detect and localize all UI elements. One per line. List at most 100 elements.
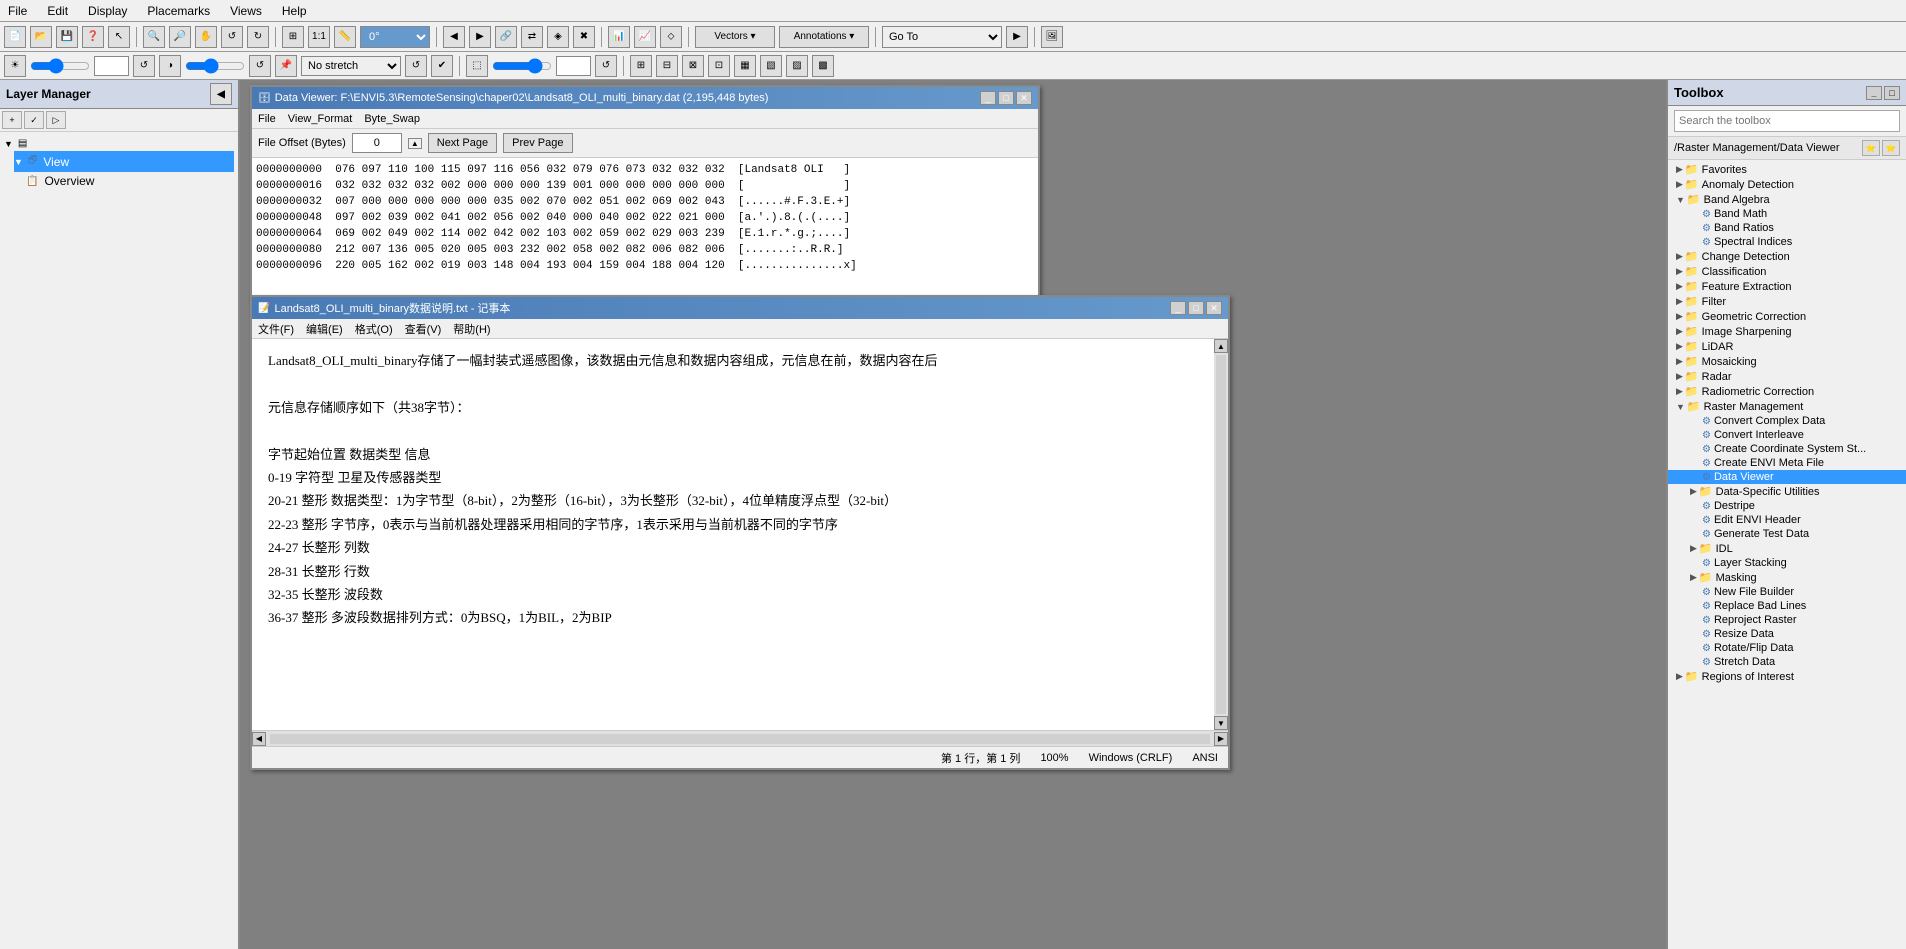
zoom-in-btn[interactable]: 🔍 — [143, 26, 165, 48]
measure-btn[interactable]: 📏 — [334, 26, 356, 48]
layer-check-btn[interactable]: ✓ — [24, 111, 44, 129]
goto-execute-btn[interactable]: ▶ — [1006, 26, 1028, 48]
save-btn[interactable]: 💾 — [56, 26, 78, 48]
toolbox-path-star-btn[interactable]: ⭐ — [1882, 140, 1900, 156]
menu-views[interactable]: Views — [226, 2, 266, 20]
notepad-titlebar[interactable]: 📝 Landsat8_OLI_multi_binary数据说明.txt - 记事… — [252, 297, 1228, 319]
toolbox-tree-item-spectral-indices[interactable]: ⚙Spectral Indices — [1668, 235, 1906, 249]
vscroll-up-btn[interactable]: ▲ — [1214, 339, 1228, 353]
layer-root-collapse[interactable]: ▼ — [4, 139, 13, 149]
tool4-btn[interactable]: ⊡ — [708, 55, 730, 77]
refresh4-btn[interactable]: ↺ — [595, 55, 617, 77]
profile-btn[interactable]: 📈 — [634, 26, 656, 48]
refresh3-btn[interactable]: ↺ — [405, 55, 427, 77]
toolbox-tree-item-resize-data[interactable]: ⚙Resize Data — [1668, 627, 1906, 641]
spectrum-btn[interactable]: 📊 — [608, 26, 630, 48]
layer-manager-collapse-btn[interactable]: ◀ — [210, 83, 232, 105]
toolbox-tree-item-data-specific-utilities[interactable]: ▶📁Data-Specific Utilities — [1668, 484, 1906, 499]
toolbox-tree-item-convert-complex-data[interactable]: ⚙Convert Complex Data — [1668, 414, 1906, 428]
annotations-btn[interactable]: Annotations ▾ — [779, 26, 869, 48]
notepad-minimize-btn[interactable]: _ — [1170, 301, 1186, 315]
toolbox-tree-item-destripe[interactable]: ⚙Destripe — [1668, 499, 1906, 513]
menu-file[interactable]: File — [4, 2, 31, 20]
tool5-btn[interactable]: ▦ — [734, 55, 756, 77]
menu-display[interactable]: Display — [84, 2, 131, 20]
zoom-fit-btn[interactable]: ⊞ — [282, 26, 304, 48]
layer-tree-overview[interactable]: 📋 Overview — [26, 172, 234, 190]
menu-help[interactable]: Help — [278, 2, 311, 20]
toolbox-tree-item-band-math[interactable]: ⚙Band Math — [1668, 207, 1906, 221]
dv-menu-byte-swap[interactable]: Byte_Swap — [364, 113, 420, 125]
toolbox-tree-item-reproject-raster[interactable]: ⚙Reproject Raster — [1668, 613, 1906, 627]
rotate-right-btn[interactable]: ↻ — [247, 26, 269, 48]
data-viewer-close-btn[interactable]: ✕ — [1016, 91, 1032, 105]
toolbox-tree-item-lidar[interactable]: ▶📁LiDAR — [1668, 339, 1906, 354]
toolbox-tree-item-radar[interactable]: ▶📁Radar — [1668, 369, 1906, 384]
mark-btn[interactable]: ◈ — [547, 26, 569, 48]
contrast-slider[interactable] — [185, 59, 245, 73]
data-viewer-maximize-btn[interactable]: □ — [998, 91, 1014, 105]
toolbox-tree-item-edit-envi-header[interactable]: ⚙Edit ENVI Header — [1668, 513, 1906, 527]
pin-btn[interactable]: 📌 — [275, 55, 297, 77]
toolbox-tree-item-new-file-builder[interactable]: ⚙New File Builder — [1668, 585, 1906, 599]
toolbox-tree-item-geometric-correction[interactable]: ▶📁Geometric Correction — [1668, 309, 1906, 324]
data-viewer-titlebar[interactable]: 🗄 Data Viewer: F:\ENVI5.3\RemoteSensing\… — [252, 87, 1038, 109]
opacity-value[interactable]: 50 — [556, 56, 591, 76]
toolbox-tree-item-mosaicking[interactable]: ▶📁Mosaicking — [1668, 354, 1906, 369]
toolbox-tree-item-convert-interleave[interactable]: ⚙Convert Interleave — [1668, 428, 1906, 442]
help-btn[interactable]: ❓ — [82, 26, 104, 48]
np-menu-help[interactable]: 帮助(H) — [453, 321, 490, 337]
toolbox-minimize-btn[interactable]: _ — [1866, 86, 1882, 100]
vectors-btn[interactable]: Vectors ▾ — [695, 26, 775, 48]
toolbox-tree-item-generate-test-data[interactable]: ⚙Generate Test Data — [1668, 527, 1906, 541]
new-file-btn[interactable]: 📄 — [4, 26, 26, 48]
tool2-btn[interactable]: ⊟ — [656, 55, 678, 77]
toolbox-tree-item-feature-extraction[interactable]: ▶📁Feature Extraction — [1668, 279, 1906, 294]
toolbox-tree-item-rotate-flip-data[interactable]: ⚙Rotate/Flip Data — [1668, 641, 1906, 655]
toolbox-tree-item-raster-management[interactable]: ▼📁Raster Management — [1668, 399, 1906, 414]
np-menu-file[interactable]: 文件(F) — [258, 321, 294, 337]
data-viewer-minimize-btn[interactable]: _ — [980, 91, 996, 105]
np-menu-edit[interactable]: 编辑(E) — [306, 321, 343, 337]
toolbox-tree-item-favorites[interactable]: ▶📁Favorites — [1668, 162, 1906, 177]
chip-btn[interactable]: 🖼 — [1041, 26, 1063, 48]
dv-menu-view-format[interactable]: View_Format — [288, 113, 353, 125]
toolbox-tree-item-stretch-data[interactable]: ⚙Stretch Data — [1668, 655, 1906, 669]
hscroll-right-btn[interactable]: ▶ — [1214, 732, 1228, 746]
pan-btn[interactable]: ✋ — [195, 26, 217, 48]
toolbox-tree-item-regions-of-interest[interactable]: ▶📁Regions of Interest — [1668, 669, 1906, 684]
toolbox-tree-item-radiometric-correction[interactable]: ▶📁Radiometric Correction — [1668, 384, 1906, 399]
toolbox-tree-item-create-envi-meta-file[interactable]: ⚙Create ENVI Meta File — [1668, 456, 1906, 470]
tool6-btn[interactable]: ▧ — [760, 55, 782, 77]
layer-add-btn[interactable]: + — [2, 111, 22, 129]
stretch-apply-btn[interactable]: ✔ — [431, 55, 453, 77]
prev-page-btn[interactable]: Prev Page — [503, 133, 572, 153]
toolbox-tree-item-change-detection[interactable]: ▶📁Change Detection — [1668, 249, 1906, 264]
layer-expand-btn[interactable]: ▷ — [46, 111, 66, 129]
hscroll-left-btn[interactable]: ◀ — [252, 732, 266, 746]
brightness-value[interactable]: 20 — [94, 56, 129, 76]
toolbox-tree-item-band-algebra[interactable]: ▼📁Band Algebra — [1668, 192, 1906, 207]
prev-view-btn[interactable]: ◀ — [443, 26, 465, 48]
menu-placemarks[interactable]: Placemarks — [143, 2, 214, 20]
toolbox-tree-item-masking[interactable]: ▶📁Masking — [1668, 570, 1906, 585]
np-menu-format[interactable]: 格式(O) — [355, 321, 393, 337]
vscroll-down-btn[interactable]: ▼ — [1214, 716, 1228, 730]
zoom-dropdown[interactable]: 0° — [360, 26, 430, 48]
notepad-content[interactable]: Landsat8_OLI_multi_binary存储了一幅封装式遥感图像，该数… — [252, 339, 1214, 730]
brightness-slider[interactable] — [30, 59, 90, 73]
toolbox-tree-item-layer-stacking[interactable]: ⚙Layer Stacking — [1668, 556, 1906, 570]
toolbox-tree-item-idl[interactable]: ▶📁IDL — [1668, 541, 1906, 556]
stretch-select[interactable]: No stretch — [301, 56, 401, 76]
vscroll-track[interactable] — [1216, 355, 1226, 714]
goto-select[interactable]: Go To — [882, 26, 1002, 48]
toolbox-tree-item-anomaly-detection[interactable]: ▶📁Anomaly Detection — [1668, 177, 1906, 192]
toolbox-tree-item-filter[interactable]: ▶📁Filter — [1668, 294, 1906, 309]
toolbox-path-up-btn[interactable]: ⭐ — [1862, 140, 1880, 156]
offset-spinner-up[interactable]: ▲ — [408, 138, 422, 149]
hscroll-track[interactable] — [270, 734, 1210, 744]
sync-btn[interactable]: ⇄ — [521, 26, 543, 48]
toolbox-tree-item-data-viewer[interactable]: ⚙Data Viewer — [1668, 470, 1906, 484]
toolbox-tree-item-band-ratios[interactable]: ⚙Band Ratios — [1668, 221, 1906, 235]
tool1-btn[interactable]: ⊞ — [630, 55, 652, 77]
